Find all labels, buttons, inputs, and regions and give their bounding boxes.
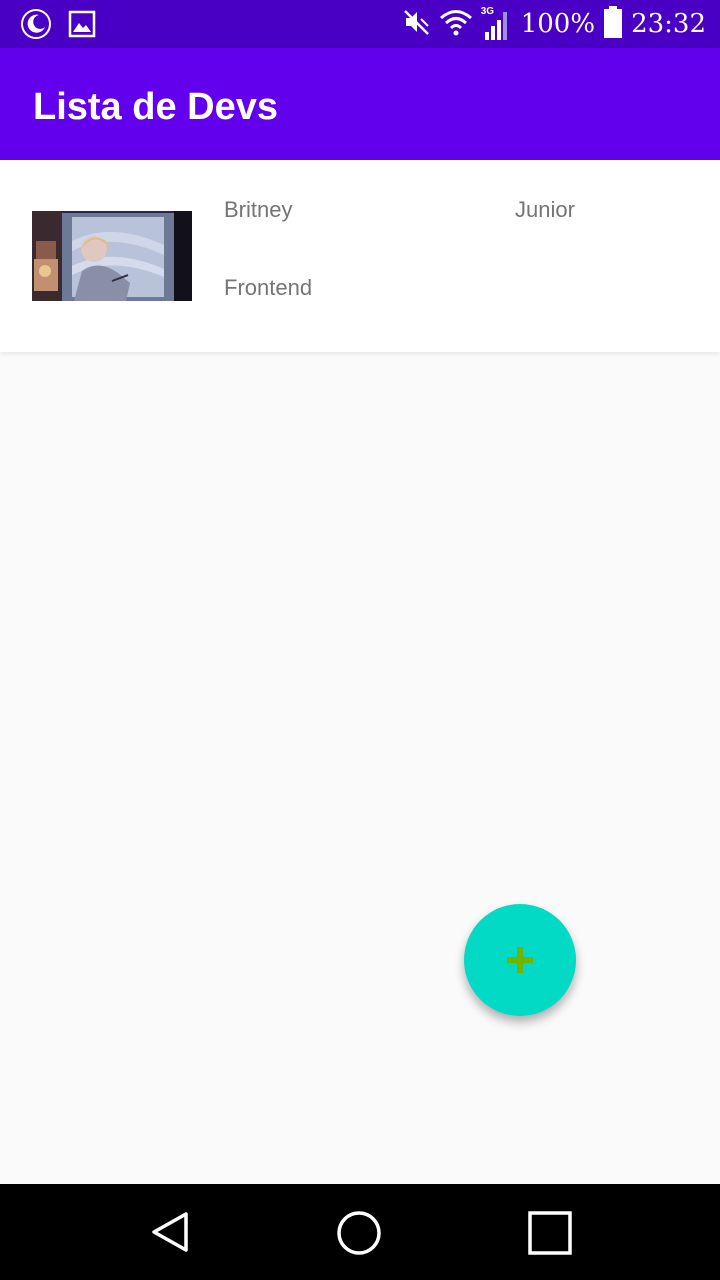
battery-percent: 100% — [520, 9, 596, 39]
mute-icon — [401, 7, 431, 42]
developer-photo — [32, 211, 192, 301]
moon-icon — [20, 8, 52, 45]
developer-name: Britney — [224, 197, 293, 222]
clock: 23:32 — [631, 9, 706, 39]
signal-icon: 3G — [481, 6, 513, 40]
developer-level: Junior — [515, 197, 575, 222]
developer-area: Frontend — [224, 275, 313, 300]
home-icon[interactable] — [336, 1210, 382, 1256]
page-title: Lista de Devs — [33, 86, 278, 128]
list-item[interactable]: Britney Junior Frontend — [0, 160, 720, 352]
back-icon[interactable] — [148, 1210, 192, 1254]
plus-icon — [507, 947, 533, 973]
battery-icon — [603, 5, 623, 43]
recents-icon[interactable] — [527, 1210, 573, 1256]
image-icon — [68, 10, 96, 43]
add-developer-button[interactable] — [464, 904, 576, 1016]
status-bar: 3G 100% 23:32 — [0, 0, 720, 48]
navigation-bar — [0, 1184, 720, 1280]
wifi-icon — [439, 7, 473, 42]
app-bar: Lista de Devs — [0, 48, 720, 160]
